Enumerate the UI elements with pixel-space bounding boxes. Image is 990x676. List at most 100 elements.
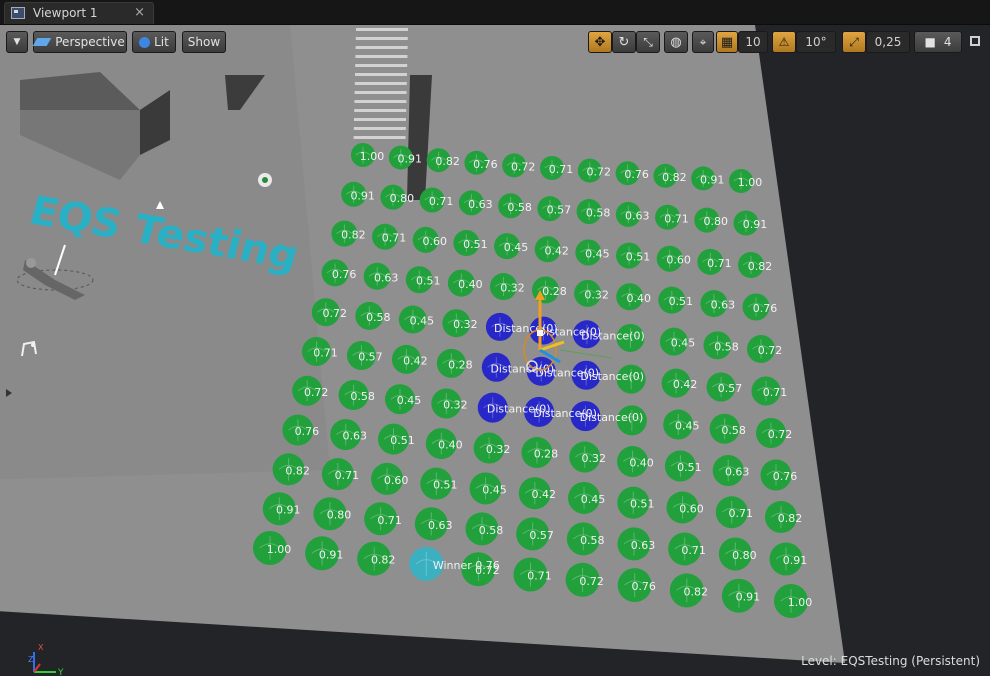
view-mode-button[interactable]: Lit	[132, 31, 176, 53]
eqs-item-score: 0.60	[422, 235, 447, 248]
rotation-snap-value: 10°	[805, 35, 827, 49]
eqs-item-score: 0.72	[587, 166, 612, 179]
grid-snap-value-button[interactable]: 10	[738, 31, 768, 53]
scale-snap-value-button[interactable]: 0,25	[866, 31, 910, 53]
translate-tool-button[interactable]: ✥	[588, 31, 612, 53]
eqs-item-score: 0.51	[669, 295, 694, 308]
show-label: Show	[187, 35, 221, 49]
eqs-item-score: 0.91	[319, 548, 344, 561]
stair-step	[353, 136, 406, 139]
eqs-item-score: 0.71	[527, 570, 552, 583]
eqs-item-score: 0.51	[390, 434, 415, 447]
eqs-item-score: 0.72	[304, 386, 329, 399]
eqs-item-score: 0.57	[358, 350, 383, 363]
eqs-item-score: 0.63	[342, 430, 367, 443]
eqs-item-score: 0.51	[433, 479, 458, 492]
grid-snap-toggle[interactable]: ▦	[716, 31, 738, 53]
eqs-item-score: 0.45	[675, 420, 700, 433]
eqs-item-score: 0.82	[748, 260, 773, 273]
eqs-item-score: 0.40	[438, 439, 463, 452]
axis-indicator: X Z Y	[28, 643, 64, 676]
eqs-item-score: 0.42	[673, 378, 698, 391]
scale-snap-icon: ⤢	[849, 34, 859, 49]
eqs-item-score: 0.58	[366, 311, 391, 324]
perspective-button[interactable]: Perspective	[32, 31, 127, 53]
eqs-item-score: 0.63	[625, 209, 650, 222]
eqs-item-score: 0.91	[743, 218, 768, 231]
eqs-item-score: 0.57	[547, 204, 572, 217]
rotation-snap-value-button[interactable]: 10°	[796, 31, 836, 53]
eqs-item-score: 0.76	[295, 425, 320, 438]
eqs-item-score: 0.63	[631, 539, 656, 552]
eqs-item-score: 0.40	[629, 457, 654, 470]
eqs-item-score: 0.80	[704, 215, 729, 228]
eqs-item-score: 0.58	[507, 201, 532, 214]
eqs-item-score: 1.00	[360, 150, 385, 163]
eqs-item-score: 0.82	[371, 554, 396, 567]
tab-viewport-1[interactable]: Viewport 1 ×	[4, 2, 154, 24]
level-viewport[interactable]: EQS Testing 1.00 0.91 0.82 0.76 0.72 0.71 0.72…	[0, 25, 990, 676]
eqs-item-score: 0.72	[323, 307, 348, 320]
eqs-item-score: 0.32	[584, 288, 609, 301]
eqs-item-score: 0.82	[285, 464, 310, 477]
eqs-item-score: 0.72	[511, 160, 536, 173]
surface-snap-button[interactable]: ⌖	[692, 31, 714, 53]
eqs-item-score: 0.71	[763, 386, 788, 399]
viewport-icon	[11, 7, 25, 19]
eqs-item-score: 0.45	[504, 241, 529, 254]
maximize-viewport-button[interactable]	[970, 36, 980, 46]
rotate-tool-button[interactable]: ↻	[612, 31, 636, 53]
eqs-item-score: 0.28	[448, 358, 473, 371]
stair-step	[355, 37, 408, 40]
eqs-item-score: 0.76	[332, 268, 357, 281]
coordinate-space-button[interactable]: ◍	[664, 31, 688, 53]
eqs-item-score: 0.80	[327, 509, 352, 522]
eqs-item-score: 0.32	[453, 318, 478, 331]
eqs-item-score: 0.42	[403, 354, 428, 367]
eqs-item-score: 0.71	[429, 195, 454, 208]
eqs-item-score: 0.80	[390, 192, 415, 205]
scale-snap-toggle[interactable]: ⤢	[842, 31, 866, 53]
eqs-item-score: 0.71	[377, 514, 402, 527]
eqs-item-score: 0.82	[435, 155, 460, 168]
bot-icon[interactable]	[258, 173, 272, 187]
scene-canvas[interactable]: EQS Testing 1.00 0.91 0.82 0.76 0.72 0.71 0.72…	[0, 25, 990, 676]
eqs-item-score: 0.72	[768, 428, 793, 441]
eqs-item-score: 0.45	[482, 483, 507, 496]
tab-bar: Viewport 1 ×	[0, 0, 990, 25]
show-flags-button[interactable]: Show	[182, 31, 226, 53]
scale-snap-value: 0,25	[874, 35, 902, 49]
eqs-item-score: 0.42	[532, 488, 557, 501]
camera-speed-button[interactable]: ■ 4	[914, 31, 962, 53]
eqs-item-score: 0.82	[662, 171, 687, 184]
axis-x-label: X	[38, 643, 44, 652]
eqs-item-score: 0.72	[758, 344, 783, 357]
eqs-item-score: 0.45	[410, 315, 435, 328]
viewport-options-dropdown[interactable]: ▼	[6, 31, 28, 53]
eqs-item-score: 0.82	[341, 229, 366, 242]
eqs-item-score: 0.63	[711, 299, 736, 312]
eqs-item-score: 0.45	[585, 247, 610, 260]
rotation-snap-toggle[interactable]: ⚠	[772, 31, 796, 53]
close-tab-button[interactable]: ×	[134, 5, 145, 20]
eqs-item-score: 0.57	[529, 529, 554, 542]
camera-speed-value: 4	[943, 35, 952, 49]
eqs-item-score: 0.91	[276, 504, 301, 517]
eqs-item-score: 0.63	[374, 271, 399, 284]
eqs-item-score: 1.00	[788, 596, 813, 609]
eqs-item-score: 0.51	[416, 275, 441, 288]
eqs-item-score: 0.58	[350, 390, 375, 403]
eqs-item-score: 0.71	[707, 257, 732, 270]
eqs-item-score: 0.72	[475, 564, 500, 577]
eqs-item-score: 0.58	[721, 424, 746, 437]
eqs-item-score: 0.63	[468, 198, 493, 211]
eqs-item-score: 0.28	[542, 285, 567, 298]
eqs-item-score: 0.80	[732, 549, 757, 562]
stair-step	[354, 100, 407, 103]
angle-icon: ⚠	[778, 35, 790, 49]
move-arrows-icon: ✥	[594, 34, 606, 50]
scale-tool-button[interactable]: ⤡	[636, 31, 660, 53]
eqs-item-score: 0.51	[677, 461, 702, 474]
eqs-item-score: 0.40	[626, 292, 651, 305]
eqs-item-score: 0.58	[714, 340, 739, 353]
